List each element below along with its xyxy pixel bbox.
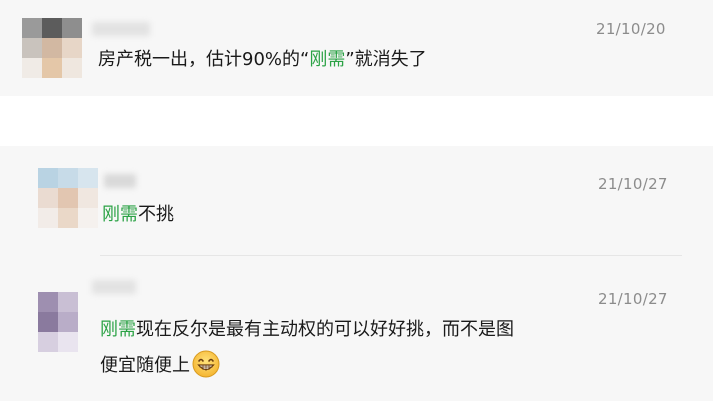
comment-text-part: 房产税一出，估计90%的“ bbox=[98, 49, 310, 70]
comment-text-part: 不挑 bbox=[138, 204, 174, 225]
comment-text: 刚需现在反尔是最有主动权的可以好好挑，而不是图 便宜随便上 bbox=[100, 316, 600, 380]
avatar[interactable] bbox=[22, 18, 82, 78]
comment-line-2: 便宜随便上 bbox=[100, 350, 600, 380]
username-blurred[interactable] bbox=[92, 280, 136, 294]
comment-line-1: 刚需现在反尔是最有主动权的可以好好挑，而不是图 bbox=[100, 316, 600, 344]
avatar[interactable] bbox=[38, 168, 98, 228]
comment-timestamp: 21/10/27 bbox=[598, 175, 668, 193]
comment-timestamp: 21/10/20 bbox=[596, 20, 666, 38]
keyword-link[interactable]: 刚需 bbox=[100, 319, 136, 340]
grinning-face-icon bbox=[192, 350, 220, 378]
comment-text: 刚需不挑 bbox=[102, 201, 174, 229]
username-blurred[interactable] bbox=[92, 22, 150, 36]
comment-text-part: ”就消失了 bbox=[345, 49, 427, 70]
username-blurred[interactable] bbox=[104, 174, 136, 188]
comment-text-part: 便宜随便上 bbox=[100, 355, 190, 376]
card-gap bbox=[0, 96, 713, 146]
comment-text-part: 现在反尔是最有主动权的可以好好挑，而不是图 bbox=[136, 319, 514, 340]
keyword-link[interactable]: 刚需 bbox=[102, 204, 138, 225]
comment-text: 房产税一出，估计90%的“刚需”就消失了 bbox=[98, 46, 427, 74]
keyword-link[interactable]: 刚需 bbox=[309, 49, 345, 70]
avatar[interactable] bbox=[38, 292, 78, 352]
divider bbox=[100, 255, 682, 256]
comment-timestamp: 21/10/27 bbox=[598, 290, 668, 308]
